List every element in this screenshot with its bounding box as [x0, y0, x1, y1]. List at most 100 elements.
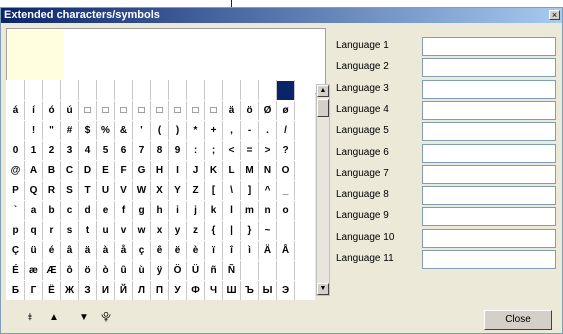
char-cell[interactable]: ï	[204, 240, 223, 261]
char-cell[interactable]: ]	[240, 180, 259, 201]
char-cell[interactable]: É	[6, 260, 25, 281]
char-cell[interactable]: Y	[168, 180, 187, 201]
next-page-icon[interactable]: ▼	[77, 311, 91, 325]
char-cell[interactable]: á	[6, 100, 25, 121]
char-cell[interactable]	[240, 80, 259, 101]
char-cell[interactable]: K	[204, 160, 223, 181]
char-cell[interactable]: Б	[6, 280, 25, 300]
char-cell[interactable]: î	[222, 240, 241, 261]
char-cell[interactable]: ö	[78, 260, 97, 281]
char-cell[interactable]: 6	[114, 140, 133, 161]
char-cell[interactable]: m	[240, 200, 259, 221]
char-cell[interactable]: }	[240, 220, 259, 241]
char-cell[interactable]: h	[150, 200, 169, 221]
char-cell[interactable]: 2	[42, 140, 61, 161]
language-input[interactable]	[422, 58, 556, 77]
language-input[interactable]	[422, 165, 556, 184]
char-cell[interactable]: S	[60, 180, 79, 201]
char-cell[interactable]: [	[204, 180, 223, 201]
char-cell[interactable]: Ø	[258, 100, 277, 121]
char-cell[interactable]: V	[114, 180, 133, 201]
char-cell[interactable]: n	[258, 200, 277, 221]
char-cell[interactable]: @	[6, 160, 25, 181]
char-cell[interactable]: c	[60, 200, 79, 221]
char-cell[interactable]: ó	[42, 100, 61, 121]
char-cell[interactable]: )	[168, 120, 187, 141]
language-input[interactable]	[422, 207, 556, 226]
char-cell[interactable]: ÿ	[150, 260, 169, 281]
char-cell[interactable]	[258, 80, 277, 101]
char-cell[interactable]: W	[132, 180, 151, 201]
char-cell[interactable]: T	[78, 180, 97, 201]
char-cell[interactable]: &	[114, 120, 133, 141]
char-cell[interactable]: 3	[60, 140, 79, 161]
char-cell[interactable]: Ш	[222, 280, 241, 300]
char-cell[interactable]: w	[132, 220, 151, 241]
char-cell[interactable]: r	[42, 220, 61, 241]
char-cell[interactable]: □	[96, 100, 115, 121]
char-cell[interactable]: Ж	[60, 280, 79, 300]
char-cell[interactable]	[150, 80, 169, 101]
char-cell[interactable]: #	[60, 120, 79, 141]
char-cell[interactable]: ø	[276, 100, 295, 121]
char-cell[interactable]: Г	[24, 280, 43, 300]
char-cell[interactable]: /	[276, 120, 295, 141]
char-cell[interactable]: <	[222, 140, 241, 161]
first-page-icon[interactable]: ⯒	[23, 311, 37, 325]
char-cell[interactable]: k	[204, 200, 223, 221]
char-cell[interactable]: И	[96, 280, 115, 300]
char-cell[interactable]: I	[168, 160, 187, 181]
char-cell[interactable]	[204, 80, 223, 101]
char-cell[interactable]: Ё	[42, 280, 61, 300]
char-cell[interactable]: â	[60, 240, 79, 261]
char-cell[interactable]: .	[258, 120, 277, 141]
char-cell[interactable]: Ç	[6, 240, 25, 261]
previous-page-icon[interactable]: ▲	[47, 311, 61, 325]
char-cell[interactable]	[132, 80, 151, 101]
char-cell[interactable]: F	[114, 160, 133, 181]
char-cell[interactable]: s	[60, 220, 79, 241]
char-cell[interactable]: y	[168, 220, 187, 241]
char-cell[interactable]: B	[42, 160, 61, 181]
char-cell[interactable]: v	[114, 220, 133, 241]
close-button[interactable]: Close	[484, 310, 552, 330]
char-cell[interactable]: 8	[150, 140, 169, 161]
char-cell[interactable]	[276, 220, 295, 241]
char-cell[interactable]: t	[78, 220, 97, 241]
char-cell[interactable]: ú	[60, 100, 79, 121]
char-cell[interactable]: ä	[78, 240, 97, 261]
char-cell[interactable]: Ö	[168, 260, 187, 281]
char-cell[interactable]	[78, 80, 97, 101]
char-cell[interactable]: \	[222, 180, 241, 201]
char-cell[interactable]: %	[96, 120, 115, 141]
char-cell[interactable]: Æ	[42, 260, 61, 281]
char-cell[interactable]: Ñ	[222, 260, 241, 281]
char-cell[interactable]	[222, 80, 241, 101]
char-cell[interactable]: é	[42, 240, 61, 261]
char-cell[interactable]: x	[150, 220, 169, 241]
char-cell[interactable]: G	[132, 160, 151, 181]
char-cell[interactable]: □	[114, 100, 133, 121]
char-cell[interactable]: ç	[132, 240, 151, 261]
char-cell[interactable]: ü	[24, 240, 43, 261]
char-cell[interactable]: ~	[258, 220, 277, 241]
char-cell[interactable]: Z	[186, 180, 205, 201]
char-cell[interactable]: 1	[24, 140, 43, 161]
char-cell[interactable]: Å	[276, 240, 295, 261]
close-icon[interactable]: ×	[549, 10, 560, 20]
char-cell[interactable]: (	[150, 120, 169, 141]
language-input[interactable]	[422, 122, 556, 141]
char-cell[interactable]: Ф	[186, 280, 205, 300]
char-cell[interactable]: z	[186, 220, 205, 241]
char-cell[interactable]: í	[24, 100, 43, 121]
scroll-thumb[interactable]	[317, 99, 329, 117]
char-cell[interactable]: a	[24, 200, 43, 221]
char-cell[interactable]: A	[24, 160, 43, 181]
char-cell[interactable]: ,	[222, 120, 241, 141]
char-cell[interactable]: b	[42, 200, 61, 221]
char-cell[interactable]: □	[132, 100, 151, 121]
char-cell[interactable]: Ы	[258, 280, 277, 300]
char-cell[interactable]: D	[78, 160, 97, 181]
language-input[interactable]	[422, 186, 556, 205]
char-cell[interactable]	[60, 80, 79, 101]
